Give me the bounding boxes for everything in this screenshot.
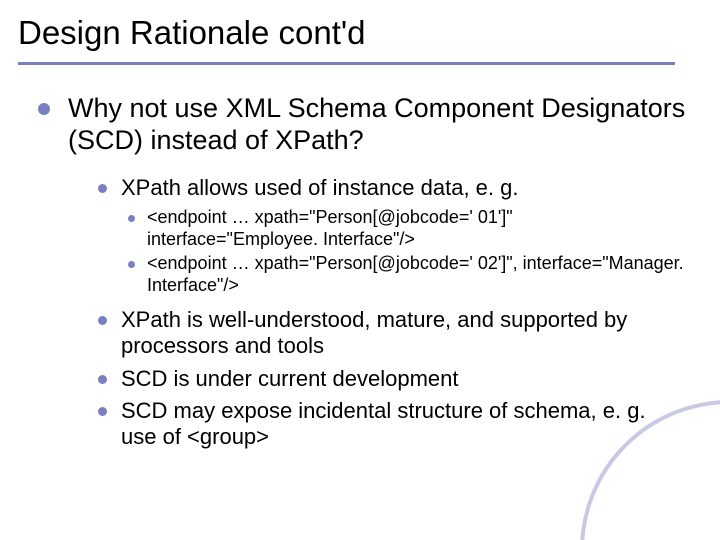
level2-text: SCD is under current development: [121, 366, 459, 392]
level2-text: XPath allows used of instance data, e. g…: [121, 175, 518, 201]
level3-group: <endpoint … xpath="Person[@jobcode=' 01'…: [128, 207, 686, 297]
slide: Design Rationale cont'd Why not use XML …: [0, 0, 720, 540]
level1-text: Why not use XML Schema Component Designa…: [68, 93, 686, 157]
bullet-level3: <endpoint … xpath="Person[@jobcode=' 01'…: [128, 207, 686, 251]
bullet-icon: [128, 261, 135, 268]
level2-text: XPath is well-understood, mature, and su…: [121, 307, 686, 360]
bullet-level1: Why not use XML Schema Component Designa…: [38, 93, 686, 157]
content-area: Why not use XML Schema Component Designa…: [0, 65, 720, 451]
bullet-level2: XPath allows used of instance data, e. g…: [98, 175, 686, 201]
bullet-level2: SCD is under current development: [98, 366, 686, 392]
level2-group: XPath allows used of instance data, e. g…: [98, 175, 686, 451]
level3-text: <endpoint … xpath="Person[@jobcode=' 01'…: [147, 207, 686, 251]
bullet-icon: [128, 215, 135, 222]
bullet-icon: [98, 407, 107, 416]
bullet-icon: [38, 103, 50, 115]
level2-text: SCD may expose incidental structure of s…: [121, 398, 686, 451]
bullet-level2: SCD may expose incidental structure of s…: [98, 398, 686, 451]
bullet-level2: XPath is well-understood, mature, and su…: [98, 307, 686, 360]
bullet-icon: [98, 184, 107, 193]
slide-title: Design Rationale cont'd: [18, 14, 720, 52]
bullet-icon: [98, 375, 107, 384]
title-block: Design Rationale cont'd: [0, 0, 720, 52]
bullet-level3: <endpoint … xpath="Person[@jobcode=' 02'…: [128, 253, 686, 297]
bullet-icon: [98, 316, 107, 325]
level3-text: <endpoint … xpath="Person[@jobcode=' 02'…: [147, 253, 686, 297]
